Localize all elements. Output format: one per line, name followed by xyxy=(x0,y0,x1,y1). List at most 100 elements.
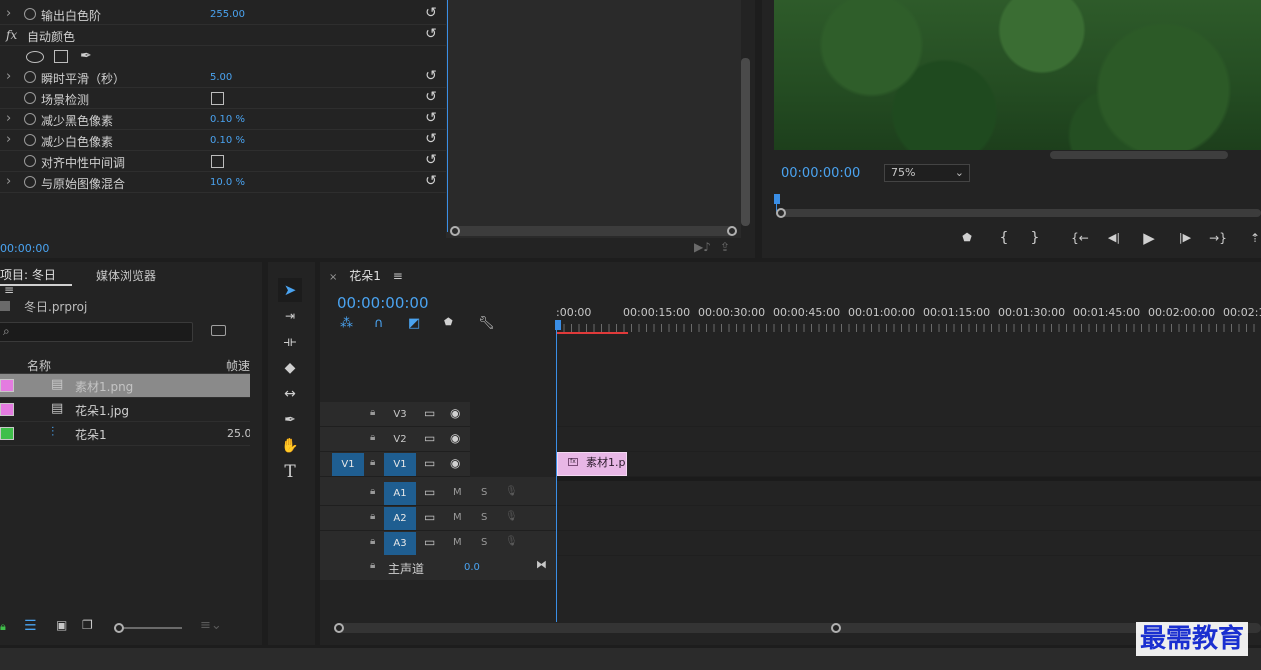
sync-lock-icon[interactable]: ▭ xyxy=(424,431,435,445)
linked-selection-icon[interactable]: ◩ xyxy=(408,316,420,331)
sort-icon[interactable]: ≡⌄ xyxy=(200,618,222,633)
chevron-right-icon[interactable]: › xyxy=(6,6,11,21)
razor-tool-icon[interactable]: ◆ xyxy=(278,356,302,380)
tab-media-browser[interactable]: 媒体浏览器 xyxy=(96,267,156,284)
lock-icon[interactable]: 🔒︎ xyxy=(370,536,375,547)
list-item[interactable]: ▤ 素材1.png xyxy=(0,374,250,398)
chevron-right-icon[interactable]: › xyxy=(6,69,11,84)
menu-icon[interactable]: ≡ xyxy=(393,269,403,283)
time-ruler[interactable]: :00:00 00:00:15:00 00:00:30:00 00:00:45:00 0… xyxy=(555,304,1261,334)
effect-row-checkbox[interactable] xyxy=(211,155,224,168)
list-item[interactable]: ⫶ 花朵1 25.00 xyxy=(0,422,250,446)
close-icon[interactable]: × xyxy=(329,272,337,283)
rectangle-mask-icon[interactable] xyxy=(54,50,68,63)
selection-tool-icon[interactable]: ➤ xyxy=(278,278,302,302)
program-h-scrollbar[interactable] xyxy=(1050,151,1228,159)
track-target[interactable]: V3 xyxy=(384,403,416,426)
effect-row-value[interactable]: 5.00 xyxy=(210,72,232,83)
hand-tool-icon[interactable]: ✋ xyxy=(278,434,302,458)
label-color-swatch[interactable] xyxy=(0,403,14,416)
microphone-icon[interactable]: 🎙︎ xyxy=(505,511,518,522)
lock-icon[interactable]: 🔒︎ xyxy=(0,620,6,634)
column-name[interactable]: 名称 xyxy=(27,357,51,374)
reset-icon[interactable]: ↺ xyxy=(424,27,438,41)
go-to-out-icon[interactable]: →} xyxy=(1206,226,1230,250)
timeline-timecode[interactable]: 00:00:00:00 xyxy=(337,294,429,312)
stopwatch-icon[interactable] xyxy=(24,92,36,104)
fx-badge[interactable]: fx xyxy=(6,28,17,42)
play-icon[interactable]: ▶ xyxy=(1137,226,1161,250)
reset-icon[interactable]: ↺ xyxy=(424,174,438,188)
sync-lock-icon[interactable]: ▭ xyxy=(424,535,435,549)
reset-icon[interactable]: ↺ xyxy=(424,153,438,167)
eye-icon[interactable]: ◉ xyxy=(450,456,460,470)
slip-tool-icon[interactable]: ↔ xyxy=(278,382,302,406)
lock-icon[interactable]: 🔒︎ xyxy=(370,432,375,443)
effect-row-value[interactable]: 255.00 xyxy=(210,9,245,20)
column-fps[interactable]: 帧速 xyxy=(226,357,250,374)
reset-icon[interactable]: ↺ xyxy=(424,132,438,146)
timeline-playhead-head[interactable] xyxy=(555,320,561,330)
lift-icon[interactable]: ⇡ xyxy=(1243,226,1261,250)
microphone-icon[interactable]: 🎙︎ xyxy=(505,486,518,497)
stopwatch-icon[interactable] xyxy=(24,8,36,20)
solo-button[interactable]: S xyxy=(481,487,487,498)
list-item[interactable]: ▤ 花朵1.jpg xyxy=(0,398,250,422)
ripple-edit-tool-icon[interactable]: ⟛ xyxy=(278,330,302,354)
mute-button[interactable]: M xyxy=(453,537,462,548)
new-bin-icon[interactable] xyxy=(211,325,226,336)
step-back-icon[interactable]: ◀| xyxy=(1102,226,1126,250)
stopwatch-icon[interactable] xyxy=(24,155,36,167)
chevron-right-icon[interactable]: › xyxy=(6,174,11,189)
track-select-tool-icon[interactable]: ⇥ xyxy=(278,304,302,328)
reset-icon[interactable]: ↺ xyxy=(424,6,438,20)
program-zoom-scrollbar[interactable] xyxy=(776,208,1261,218)
project-search-input[interactable]: ⌕ xyxy=(0,322,193,342)
effect-vertical-scrollbar[interactable] xyxy=(741,58,750,226)
reset-icon[interactable]: ↺ xyxy=(424,69,438,83)
mark-out-icon[interactable]: } xyxy=(1023,226,1047,250)
program-playhead-marker[interactable] xyxy=(774,194,780,204)
effect-row-value[interactable]: 10.0 % xyxy=(210,177,245,188)
solo-button[interactable]: S xyxy=(481,537,487,548)
program-mini-timeline[interactable] xyxy=(774,192,1261,220)
wrench-icon[interactable]: 🔧︎ xyxy=(478,316,495,331)
effect-zoom-scrollbar[interactable] xyxy=(450,226,737,236)
master-volume[interactable]: 0.0 xyxy=(464,562,480,573)
solo-button[interactable]: S xyxy=(481,512,487,523)
track-target[interactable]: A2 xyxy=(384,507,416,530)
program-timecode[interactable]: 00:00:00:00 xyxy=(781,166,860,181)
label-color-swatch[interactable] xyxy=(0,427,14,440)
timeline-tab[interactable]: × 花朵1 ≡ xyxy=(329,267,403,287)
microphone-icon[interactable]: 🎙︎ xyxy=(505,536,518,547)
nest-toggle-icon[interactable]: ⁂ xyxy=(340,316,353,331)
add-marker-icon[interactable]: ⬟ xyxy=(955,226,979,250)
track-target[interactable]: A3 xyxy=(384,532,416,555)
type-tool-icon[interactable]: T xyxy=(278,460,302,484)
eye-icon[interactable]: ◉ xyxy=(450,406,460,420)
snap-icon[interactable]: ∩ xyxy=(374,316,384,331)
lock-icon[interactable]: 🔒︎ xyxy=(370,486,375,497)
go-to-end-icon[interactable]: ⧓ xyxy=(536,558,547,571)
stopwatch-icon[interactable] xyxy=(24,71,36,83)
add-marker-icon[interactable]: ⬟ xyxy=(444,317,453,328)
zoom-slider[interactable] xyxy=(114,623,182,633)
go-to-in-icon[interactable]: {← xyxy=(1068,226,1092,250)
chevron-right-icon[interactable]: › xyxy=(6,111,11,126)
effect-row-checkbox[interactable] xyxy=(211,92,224,105)
sync-lock-icon[interactable]: ▭ xyxy=(424,406,435,420)
step-forward-icon[interactable]: |▶ xyxy=(1173,226,1197,250)
track-target[interactable]: A1 xyxy=(384,482,416,505)
clip-sucai1[interactable]: fx 素材1.p xyxy=(557,452,627,476)
stopwatch-icon[interactable] xyxy=(24,134,36,146)
lock-icon[interactable]: 🔒︎ xyxy=(370,457,375,468)
lock-icon[interactable]: 🔒︎ xyxy=(370,407,375,418)
work-area-bar[interactable] xyxy=(556,332,628,334)
timeline-zoom-scrollbar[interactable] xyxy=(334,623,1261,633)
lock-icon[interactable]: 🔒︎ xyxy=(370,511,375,522)
sync-lock-icon[interactable]: ▭ xyxy=(424,485,435,499)
icon-view-icon[interactable]: ▣ xyxy=(56,618,67,632)
list-view-icon[interactable]: ☰ xyxy=(24,618,37,634)
timeline-playhead-line[interactable] xyxy=(556,330,557,622)
pen-mask-icon[interactable]: ✒ xyxy=(80,48,92,64)
